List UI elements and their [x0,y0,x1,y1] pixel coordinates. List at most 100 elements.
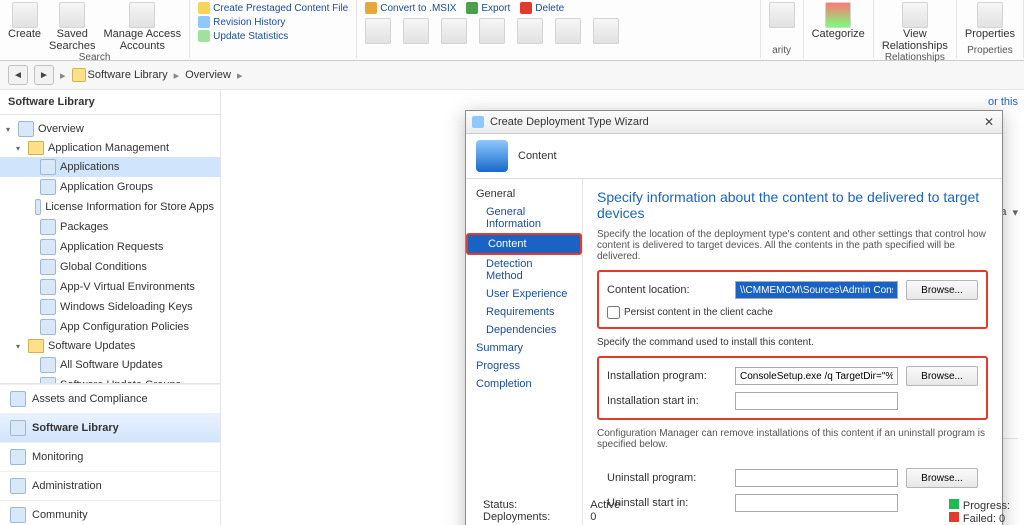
content-location-block: Content location: Browse... Persist cont… [597,270,988,329]
wunderbar-label: Software Library [32,422,119,434]
nav-back-button[interactable]: ◄ [8,65,28,85]
wunderbar-monitoring[interactable]: Monitoring [0,442,220,471]
deployments-label: Deployments: [483,511,550,523]
tree-item-overview[interactable]: ▾Overview [0,119,220,139]
wunderbar-administration[interactable]: Administration [0,471,220,500]
update-stats-button[interactable]: Update Statistics [198,30,348,42]
node-icon [40,259,56,275]
tree-item-windows-sideloading-keys[interactable]: Windows Sideloading Keys [0,297,220,317]
tree-item-label: Application Groups [60,181,153,193]
tree-item-label: Software Updates [48,340,135,352]
tree-item-app-v-virtual-environments[interactable]: App-V Virtual Environments [0,277,220,297]
tree-item-software-update-groups[interactable]: Software Update Groups [0,375,220,383]
navigation-tree[interactable]: ▾Overview▾Application ManagementApplicat… [0,115,220,383]
uninstall-note: Configuration Manager can remove install… [597,428,988,450]
tree-item-license-information-for-store-apps[interactable]: License Information for Store Apps [0,197,220,217]
wizard-step-general-information[interactable]: General Information [466,203,582,233]
wizard-step-content[interactable]: Content [466,233,582,255]
manage-access-label: Manage Access Accounts [104,28,182,52]
ribbon-icon-4[interactable] [479,18,505,44]
content-location-browse-button[interactable]: Browse... [906,280,978,300]
relationships-group-label: Relationships [885,52,945,63]
install-start-label: Installation start in: [607,395,727,407]
wizard-step-summary[interactable]: Summary [466,339,582,357]
tree-item-software-updates[interactable]: ▾Software Updates [0,337,220,355]
wizard-heading: Specify information about the content to… [597,189,988,221]
node-icon [40,219,56,235]
node-icon [35,199,42,215]
ribbon-icon-7[interactable] [593,18,619,44]
status-row: Status: Deployments: Active 0 Progress: … [475,495,1018,525]
wizard-close-button[interactable]: ✕ [982,115,996,129]
persist-cache-checkbox[interactable] [607,306,620,319]
properties-label: Properties [965,28,1015,40]
revision-history-button[interactable]: Revision History [198,16,348,28]
behind-message: or this [988,96,1018,108]
install-program-input[interactable] [735,367,898,385]
ribbon-icon-2[interactable] [403,18,429,44]
install-start-input[interactable] [735,392,898,410]
export-button[interactable]: Export [466,2,510,14]
categorize-button[interactable]: Categorize [812,2,865,40]
manage-access-button[interactable]: Manage Access Accounts [104,2,182,52]
ribbon-icon-1[interactable] [365,18,391,44]
wizard-icon [472,116,484,128]
ribbon-icon-5[interactable] [517,18,543,44]
ribbon-icon-6[interactable] [555,18,581,44]
tree-item-application-requests[interactable]: Application Requests [0,237,220,257]
wizard-step-general[interactable]: General [466,185,582,203]
tree-item-label: Overview [38,123,84,135]
wunderbar-software-library[interactable]: Software Library [0,413,220,442]
tree-item-application-management[interactable]: ▾Application Management [0,139,220,157]
install-program-browse-button[interactable]: Browse... [906,366,978,386]
nav-fwd-button[interactable]: ► [34,65,54,85]
content-location-input[interactable] [735,281,898,299]
uninstall-browse-button[interactable]: Browse... [906,468,978,488]
workspace: Software Library ▾Overview▾Application M… [0,90,1024,525]
ribbon-group-arity: arity [761,0,804,58]
convert-msix-button[interactable]: Convert to .MSIX [365,2,456,14]
wizard-step-dependencies[interactable]: Dependencies [466,321,582,339]
wizard-step-progress[interactable]: Progress [466,357,582,375]
breadcrumb-root[interactable]: Software Library [88,69,168,81]
create-button[interactable]: Create [8,2,41,52]
tree-item-app-configuration-policies[interactable]: App Configuration Policies [0,317,220,337]
node-icon [40,299,56,315]
properties-button[interactable]: Properties [965,2,1015,40]
wizard-step-detection-method[interactable]: Detection Method [466,255,582,285]
tree-item-label: License Information for Store Apps [45,201,214,213]
create-prestaged-button[interactable]: Create Prestaged Content File [198,2,348,14]
tree-item-all-software-updates[interactable]: All Software Updates [0,355,220,375]
ribbon-icon-3[interactable] [441,18,467,44]
uninstall-program-input[interactable] [735,469,898,487]
tree-item-global-conditions[interactable]: Global Conditions [0,257,220,277]
wizard-step-requirements[interactable]: Requirements [466,303,582,321]
tree-item-label: Application Requests [60,241,163,253]
progress-icon [949,499,959,509]
status-label: Status: [483,499,517,511]
wunderbar-community[interactable]: Community [0,500,220,525]
delete-button[interactable]: Delete [520,2,564,14]
wizard-step-completion[interactable]: Completion [466,375,582,393]
ribbon: Create Saved Searches Manage Access Acco… [0,0,1024,61]
tree-item-packages[interactable]: Packages [0,217,220,237]
create-label: Create [8,28,41,40]
create-icon [12,2,38,28]
saved-searches-button[interactable]: Saved Searches [49,2,95,52]
failed-label: Failed: [963,513,996,525]
tree-item-applications[interactable]: Applications [0,157,220,177]
convert-icon [365,2,377,14]
install-program-label: Installation program: [607,370,727,382]
breadcrumb-overview[interactable]: Overview [185,69,231,81]
status-value: Active [590,499,620,511]
wunderbar-icon [10,478,26,494]
ribbon-group-create: Create Saved Searches Manage Access Acco… [0,0,190,58]
tree-item-application-groups[interactable]: Application Groups [0,177,220,197]
wizard-step-user-experience[interactable]: User Experience [466,285,582,303]
wunderbar-assets-and-compliance[interactable]: Assets and Compliance [0,384,220,413]
view-relationships-button[interactable]: View Relationships [882,2,948,52]
export-icon [466,2,478,14]
ribbon-group-actions: Convert to .MSIX Export Delete [357,0,760,58]
arity-icon[interactable] [769,2,795,28]
wizard-content: Specify information about the content to… [583,179,1002,525]
